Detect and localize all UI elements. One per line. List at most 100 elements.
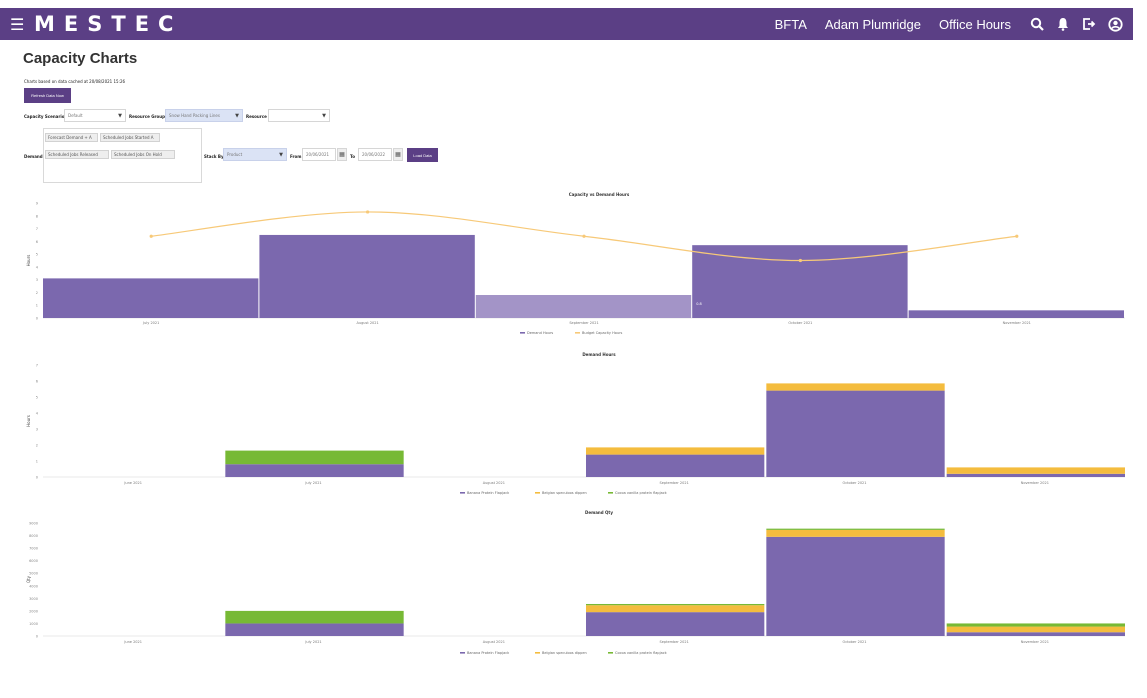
stack-by-select[interactable]: Product ▼ xyxy=(223,148,287,161)
x-tick-label: July 2021 xyxy=(304,481,321,485)
demand-chip[interactable]: Forecast Demand + A xyxy=(45,133,98,142)
y-tick-label: 7 xyxy=(36,227,38,231)
legend-label: Belgian speculoos dippen xyxy=(542,651,587,655)
legend-label: Banana Protein Flapjack xyxy=(467,491,510,495)
y-tick-label: 0 xyxy=(36,317,38,321)
legend-swatch xyxy=(608,652,613,654)
chevron-down-icon: ▼ xyxy=(322,112,326,119)
page-title: Capacity Charts xyxy=(23,50,138,67)
user-account-icon[interactable] xyxy=(1107,16,1123,32)
calendar-icon[interactable]: ▦ xyxy=(393,148,403,161)
from-date-input[interactable]: 20/06/2021 xyxy=(302,148,336,161)
x-tick-label: September 2021 xyxy=(569,321,598,325)
x-tick-label: July 2021 xyxy=(304,640,321,644)
line-point xyxy=(366,210,370,214)
hours-mode-toggle[interactable]: Office Hours xyxy=(939,17,1011,32)
bell-icon[interactable] xyxy=(1055,16,1071,32)
top-navigation-bar: ☰ MESTEC BFTA Adam Plumridge Office Hour… xyxy=(0,8,1133,40)
top-right-menu: BFTA Adam Plumridge Office Hours xyxy=(775,16,1133,32)
y-tick-label: 7 xyxy=(36,364,38,368)
y-tick-label: 0 xyxy=(36,476,38,480)
chevron-down-icon: ▼ xyxy=(279,151,283,158)
load-data-button[interactable]: Load Data xyxy=(407,148,438,162)
capacity-scenario-label: Capacity Scenario xyxy=(24,114,65,119)
bar-segment xyxy=(946,632,1125,636)
x-tick-label: June 2021 xyxy=(123,481,142,485)
site-selector[interactable]: BFTA xyxy=(775,17,807,32)
bar-segment xyxy=(586,605,765,613)
capacity-scenario-select[interactable]: Default ▼ xyxy=(64,109,126,122)
bar-segment xyxy=(946,626,1125,633)
bar-segment xyxy=(946,473,1125,477)
y-tick-label: 9000 xyxy=(29,522,38,526)
capacity-scenario-value: Default xyxy=(68,113,83,118)
hamburger-menu-icon[interactable]: ☰ xyxy=(10,15,28,34)
resource-group-value: Snow Hand Packing Lines xyxy=(169,113,220,118)
demand-chip[interactable]: Scheduled Jobs Released xyxy=(45,150,109,159)
bar-segment xyxy=(225,464,404,477)
bar-segment xyxy=(586,454,765,477)
bar-segment xyxy=(946,623,1125,627)
y-tick-label: 6 xyxy=(36,380,38,384)
bar-segment xyxy=(586,612,765,636)
legend-swatch xyxy=(520,332,525,334)
y-tick-label: 3 xyxy=(36,278,38,282)
bar-segment xyxy=(225,623,404,636)
legend-swatch xyxy=(460,492,465,494)
legend-swatch xyxy=(575,332,580,334)
x-tick-label: July 2021 xyxy=(142,321,159,325)
y-tick-label: 3 xyxy=(36,428,38,432)
bar-segment xyxy=(225,450,404,465)
legend-label: Demand Hours xyxy=(527,331,553,335)
y-tick-label: 5000 xyxy=(29,572,38,576)
y-tick-label: 5 xyxy=(36,253,38,257)
logout-icon[interactable] xyxy=(1081,16,1097,32)
demand-chip[interactable]: Scheduled Jobs On Hold xyxy=(111,150,175,159)
demand-chip[interactable]: Scheduled Jobs Started A xyxy=(100,133,160,142)
bar-segment xyxy=(225,610,404,624)
bar xyxy=(908,310,1124,318)
data-label: 0.8 xyxy=(696,302,702,306)
legend-label: Budget Capacity Hours xyxy=(582,331,623,335)
x-tick-label: August 2021 xyxy=(483,481,505,485)
line-point xyxy=(798,258,803,263)
legend-label: Cocoa vanilla protein flapjack xyxy=(615,491,668,495)
refresh-data-button[interactable]: Refresh Data Now xyxy=(24,88,71,103)
x-tick-label: October 2021 xyxy=(788,321,812,325)
y-tick-label: 2000 xyxy=(29,609,38,613)
bar xyxy=(259,234,475,318)
search-icon[interactable] xyxy=(1029,16,1045,32)
calendar-icon[interactable]: ▦ xyxy=(337,148,347,161)
chevron-down-icon: ▼ xyxy=(235,112,239,119)
y-tick-label: 7000 xyxy=(29,547,38,551)
resource-label: Resource xyxy=(246,114,267,119)
legend-swatch xyxy=(535,652,540,654)
stack-by-label: Stack By xyxy=(204,154,224,159)
chart-title: Demand Hours xyxy=(582,352,616,357)
x-tick-label: November 2021 xyxy=(1021,640,1049,644)
legend-swatch xyxy=(608,492,613,494)
from-label: From xyxy=(290,154,302,159)
y-tick-label: 1 xyxy=(36,460,38,464)
x-tick-label: November 2021 xyxy=(1021,481,1049,485)
y-tick-label: 2 xyxy=(36,444,38,448)
y-tick-label: 4000 xyxy=(29,584,38,588)
legend-swatch xyxy=(460,652,465,654)
app-logo[interactable]: MESTEC xyxy=(34,12,182,36)
user-name[interactable]: Adam Plumridge xyxy=(825,17,921,32)
y-axis-label: Qty xyxy=(26,575,31,583)
chevron-down-icon: ▼ xyxy=(118,112,122,119)
chart-title: Capacity vs Demand Hours xyxy=(569,192,630,197)
resource-select[interactable]: ▼ xyxy=(268,109,330,122)
y-tick-label: 8000 xyxy=(29,534,38,538)
legend-label: Banana Protein Flapjack xyxy=(467,651,510,655)
cache-note: Charts based on data cached at 20/08/202… xyxy=(24,79,126,84)
bar xyxy=(475,295,692,318)
to-date-input[interactable]: 20/06/2022 xyxy=(358,148,392,161)
bar-segment xyxy=(766,529,945,537)
resource-group-select[interactable]: Snow Hand Packing Lines ▼ xyxy=(165,109,243,122)
y-tick-label: 4 xyxy=(36,412,39,416)
stack-by-value: Product xyxy=(227,152,243,157)
legend-swatch xyxy=(535,492,540,494)
demand-label: Demand xyxy=(24,154,43,159)
